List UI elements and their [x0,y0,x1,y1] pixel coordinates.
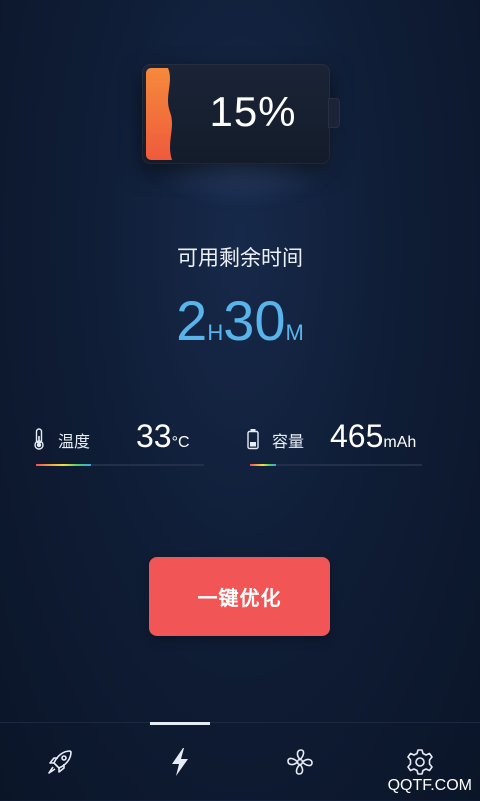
nav-item-speedup[interactable] [0,723,120,801]
remaining-minutes-unit: M [285,320,304,345]
battery-percent: 15% [209,88,297,135]
lightning-icon [169,747,191,777]
rocket-icon [45,747,75,777]
thermometer-icon [32,428,48,450]
bottom-nav: QQTF.COM [0,722,480,801]
optimize-button[interactable]: 一键优化 [149,557,330,636]
temperature-number: 33 [136,418,172,454]
capacity-number: 465 [330,418,384,454]
battery-fill [146,68,176,160]
remaining-hours: 2 [176,289,208,352]
capacity-label: 容量 [272,432,305,451]
temperature-stat: 温度 33°C [32,418,208,478]
temperature-bar [36,464,204,466]
battery-cap [328,98,340,128]
battery-widget: 15% [128,58,348,208]
capacity-unit: mAh [383,434,417,451]
nav-item-cooling[interactable] [240,723,360,801]
temperature-value: 33°C [136,418,190,455]
capacity-value: 465mAh [330,418,416,455]
remaining-hours-unit: H [207,320,224,345]
capacity-bar [250,464,422,466]
capacity-stat: 容量 465mAh [246,418,428,478]
gear-icon [405,747,435,777]
remaining-time-value: 2H30M [0,288,480,353]
capacity-bar-fill [250,464,276,466]
nav-item-battery[interactable] [120,723,240,801]
remaining-minutes: 30 [223,289,286,352]
watermark-text: QQTF.COM [387,777,472,794]
temperature-unit: °C [171,434,190,451]
temperature-label: 温度 [58,432,91,451]
fan-icon [285,747,315,777]
remaining-time-label: 可用剩余时间 [177,246,303,270]
battery-small-icon [246,428,262,450]
temperature-bar-fill [36,464,92,466]
